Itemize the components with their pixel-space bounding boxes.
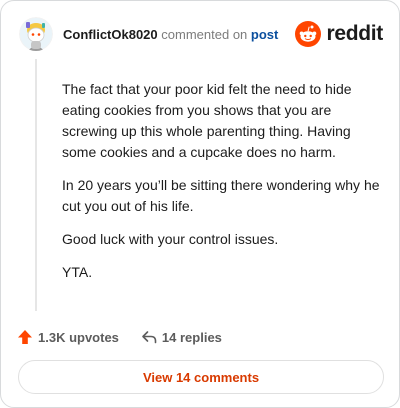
avatar-snoo-icon <box>19 17 53 51</box>
reddit-logo-icon <box>295 21 322 47</box>
upvote-arrow-icon <box>18 330 32 344</box>
comment-paragraph: Good luck with your control issues. <box>62 231 279 247</box>
thread-line <box>35 59 37 311</box>
reply-button[interactable]: 14 replies <box>141 329 222 345</box>
comment-body: The fact that your poor kid felt the nee… <box>62 79 382 295</box>
reply-arrow-icon <box>142 331 157 344</box>
view-comments-button[interactable]: View 14 comments <box>18 360 384 394</box>
commented-on-text: commented on <box>161 27 248 42</box>
comment-actions: 1.3K upvotes 14 replies <box>17 327 222 347</box>
comment-paragraph: YTA. <box>62 264 93 280</box>
reply-count: 14 replies <box>161 329 222 345</box>
upvote-button[interactable]: 1.3K upvotes <box>17 329 119 345</box>
comment-card: ConflictOk8020 commented on post reddit … <box>0 0 400 408</box>
username-link[interactable]: ConflictOk8020 <box>63 27 158 42</box>
upvote-count: 1.3K upvotes <box>38 329 119 345</box>
user-avatar[interactable] <box>19 17 53 51</box>
reddit-brand[interactable]: reddit <box>295 17 383 51</box>
byline: ConflictOk8020 commented on post <box>63 27 278 43</box>
comment-paragraph: The fact that your poor kid felt the nee… <box>62 81 352 160</box>
comment-header: ConflictOk8020 commented on post reddit <box>19 17 383 51</box>
post-link[interactable]: post <box>251 27 278 42</box>
comment-paragraph: In 20 years you’ll be sitting there wond… <box>62 177 380 214</box>
reddit-wordmark: reddit <box>326 22 383 45</box>
